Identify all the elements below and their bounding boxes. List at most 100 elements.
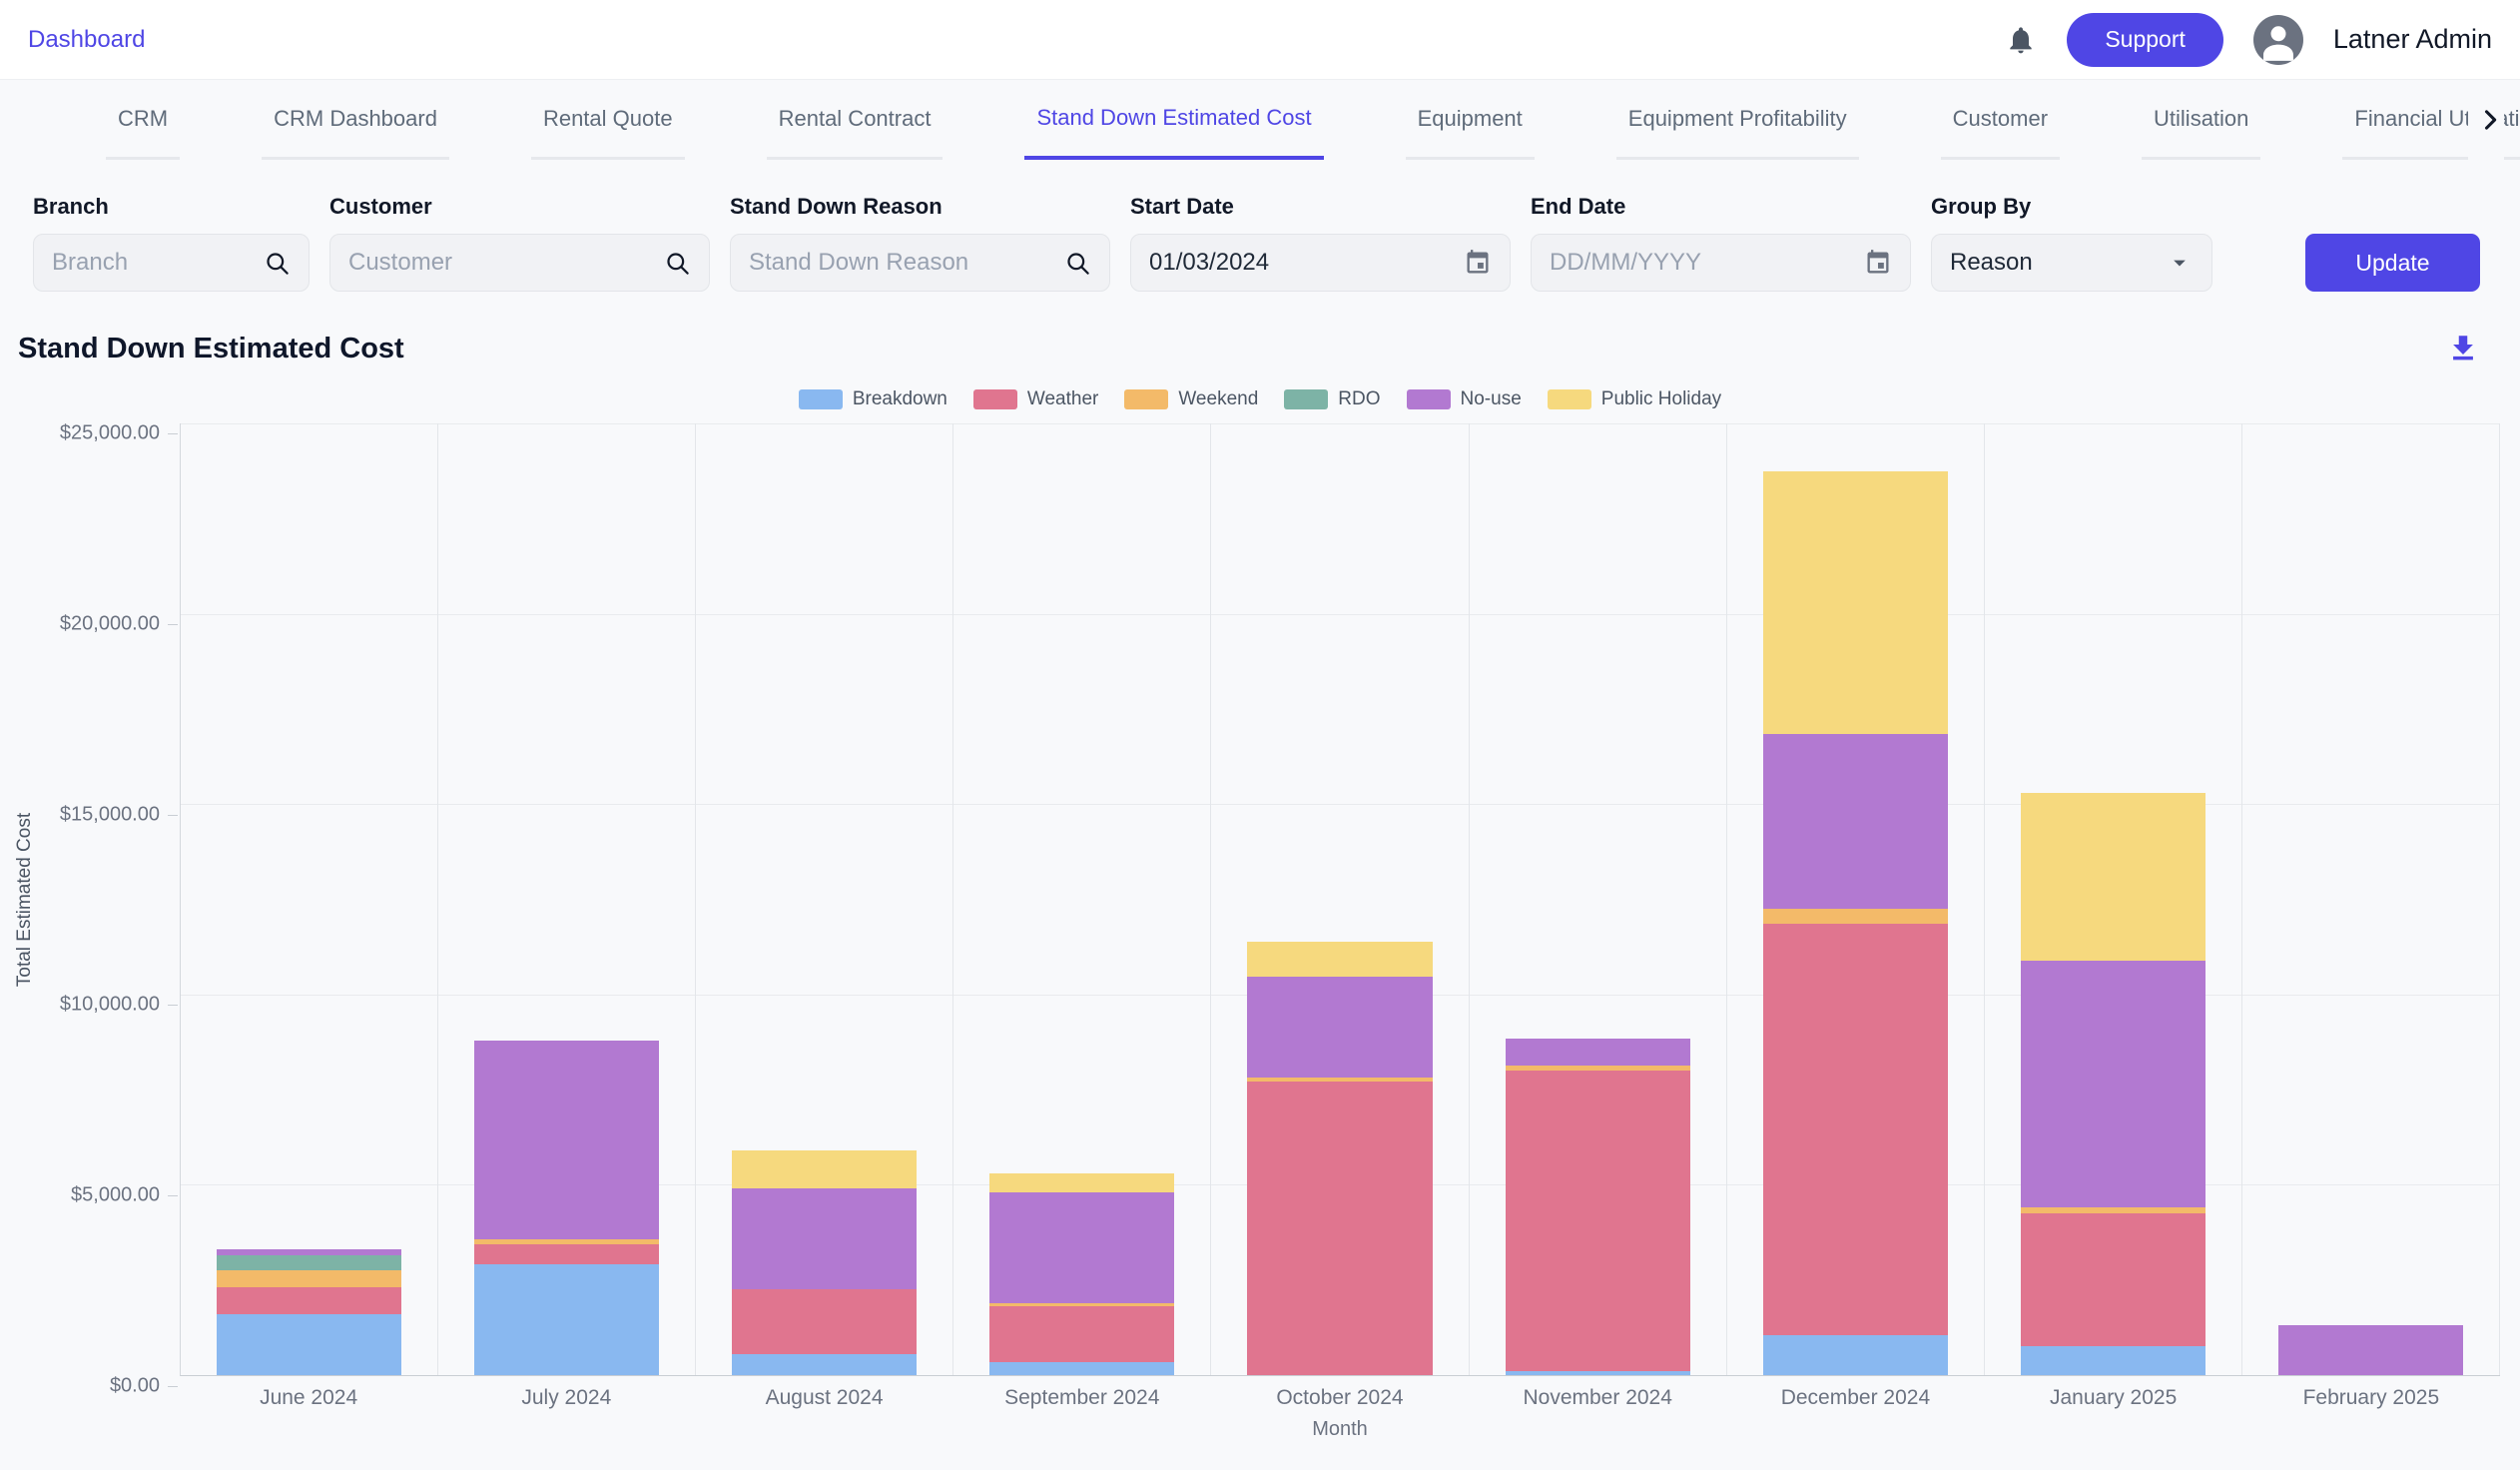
segment-public-holiday[interactable] — [732, 1150, 917, 1188]
tab-crm[interactable]: CRM — [106, 80, 180, 160]
group-by-select[interactable]: Reason — [1931, 234, 2212, 292]
segment-no-use[interactable] — [2278, 1325, 2463, 1375]
y-tick-mark — [168, 1005, 178, 1006]
bar-january-2025[interactable] — [2021, 423, 2205, 1375]
segment-breakdown[interactable] — [217, 1314, 401, 1375]
segment-breakdown[interactable] — [2021, 1346, 2205, 1375]
segment-weekend[interactable] — [217, 1270, 401, 1287]
dashboard-link[interactable]: Dashboard — [28, 26, 145, 54]
y-tick-label: $5,000.00 — [71, 1184, 160, 1207]
segment-weather[interactable] — [2021, 1213, 2205, 1346]
end-date-input[interactable] — [1550, 249, 1852, 277]
segment-no-use[interactable] — [989, 1192, 1174, 1303]
legend-item-no-use[interactable]: No-use — [1407, 388, 1522, 410]
segment-no-use[interactable] — [732, 1188, 917, 1289]
bar-february-2025[interactable] — [2278, 423, 2463, 1375]
segment-breakdown[interactable] — [732, 1354, 917, 1375]
avatar[interactable] — [2253, 15, 2303, 65]
tab-utilisation[interactable]: Utilisation — [2142, 80, 2260, 160]
bar-june-2024[interactable] — [217, 423, 401, 1375]
legend-item-rdo[interactable]: RDO — [1284, 388, 1380, 410]
group-by-field: Group By Reason — [1931, 194, 2212, 292]
segment-rdo[interactable] — [217, 1255, 401, 1270]
segment-weather[interactable] — [1247, 1082, 1432, 1375]
legend-swatch — [1124, 389, 1168, 409]
segment-weather[interactable] — [474, 1244, 659, 1265]
search-icon[interactable] — [1064, 250, 1091, 277]
segment-no-use[interactable] — [1506, 1039, 1690, 1066]
y-tick-mark — [168, 433, 178, 434]
bar-november-2024[interactable] — [1506, 423, 1690, 1375]
legend-item-weekend[interactable]: Weekend — [1124, 388, 1258, 410]
legend-item-weather[interactable]: Weather — [973, 388, 1098, 410]
user-name: Latner Admin — [2333, 24, 2492, 55]
month-slot — [696, 423, 953, 1375]
y-axis: $25,000.00$20,000.00$15,000.00$10,000.00… — [0, 433, 180, 1386]
update-button[interactable]: Update — [2305, 234, 2480, 292]
bar-august-2024[interactable] — [732, 423, 917, 1375]
notification-bell-icon[interactable] — [2005, 24, 2037, 56]
legend-swatch — [973, 389, 1017, 409]
y-tick-mark — [168, 1195, 178, 1196]
end-date-label: End Date — [1531, 194, 1911, 220]
tab-crm-dashboard[interactable]: CRM Dashboard — [262, 80, 449, 160]
branch-input-wrap — [33, 234, 310, 292]
segment-weather[interactable] — [1506, 1071, 1690, 1371]
segment-weather[interactable] — [217, 1287, 401, 1314]
segment-public-holiday[interactable] — [1247, 942, 1432, 976]
segment-public-holiday[interactable] — [2021, 793, 2205, 961]
tab-list: CRM CRM Dashboard Rental Quote Rental Contr… — [0, 80, 2520, 160]
segment-breakdown[interactable] — [989, 1362, 1174, 1375]
support-button[interactable]: Support — [2067, 13, 2223, 67]
bar-september-2024[interactable] — [989, 423, 1174, 1375]
month-slot — [1470, 423, 1727, 1375]
chart-legend: Breakdown Weather Weekend RDO No-use Public H… — [0, 385, 2520, 413]
segment-no-use[interactable] — [1247, 977, 1432, 1078]
segment-no-use[interactable] — [474, 1041, 659, 1238]
segment-no-use[interactable] — [1763, 734, 1948, 909]
tab-equipment[interactable]: Equipment — [1406, 80, 1535, 160]
segment-public-holiday[interactable] — [989, 1173, 1174, 1192]
y-tick-mark — [168, 624, 178, 625]
segment-weather[interactable] — [732, 1289, 917, 1354]
tab-customer[interactable]: Customer — [1941, 80, 2060, 160]
customer-input[interactable] — [348, 249, 652, 277]
plot-area — [180, 423, 2500, 1376]
tab-equipment-profitability[interactable]: Equipment Profitability — [1616, 80, 1859, 160]
segment-weather[interactable] — [989, 1306, 1174, 1361]
stand-down-reason-label: Stand Down Reason — [730, 194, 1110, 220]
calendar-icon[interactable] — [1864, 249, 1892, 277]
legend-label: Public Holiday — [1601, 388, 1721, 410]
calendar-icon[interactable] — [1464, 249, 1492, 277]
segment-weekend[interactable] — [1763, 909, 1948, 924]
tab-rental-quote[interactable]: Rental Quote — [531, 80, 685, 160]
bar-july-2024[interactable] — [474, 423, 659, 1375]
start-date-field: Start Date — [1130, 194, 1511, 292]
branch-input[interactable] — [52, 249, 252, 277]
legend-item-breakdown[interactable]: Breakdown — [799, 388, 947, 410]
segment-public-holiday[interactable] — [1763, 471, 1948, 734]
search-icon[interactable] — [664, 250, 691, 277]
segment-weather[interactable] — [1763, 924, 1948, 1335]
bar-october-2024[interactable] — [1247, 423, 1432, 1375]
chevron-right-icon[interactable] — [2468, 80, 2504, 160]
start-date-label: Start Date — [1130, 194, 1511, 220]
stand-down-reason-input[interactable] — [749, 249, 1052, 277]
customer-label: Customer — [329, 194, 710, 220]
search-icon[interactable] — [264, 250, 291, 277]
end-date-input-wrap — [1531, 234, 1911, 292]
segment-breakdown[interactable] — [1763, 1335, 1948, 1375]
month-slot — [181, 423, 438, 1375]
segment-breakdown[interactable] — [474, 1264, 659, 1375]
y-tick-label: $0.00 — [110, 1375, 160, 1398]
tab-stand-down-estimated-cost[interactable]: Stand Down Estimated Cost — [1024, 80, 1323, 160]
start-date-input[interactable] — [1149, 249, 1452, 277]
download-icon[interactable] — [2446, 332, 2480, 366]
segment-no-use[interactable] — [2021, 961, 2205, 1208]
tab-rental-contract[interactable]: Rental Contract — [767, 80, 944, 160]
month-slot — [1727, 423, 1985, 1375]
legend-item-public-holiday[interactable]: Public Holiday — [1548, 388, 1721, 410]
segment-breakdown[interactable] — [1506, 1371, 1690, 1375]
bar-december-2024[interactable] — [1763, 423, 1948, 1375]
x-tick-label: February 2025 — [2242, 1386, 2500, 1410]
